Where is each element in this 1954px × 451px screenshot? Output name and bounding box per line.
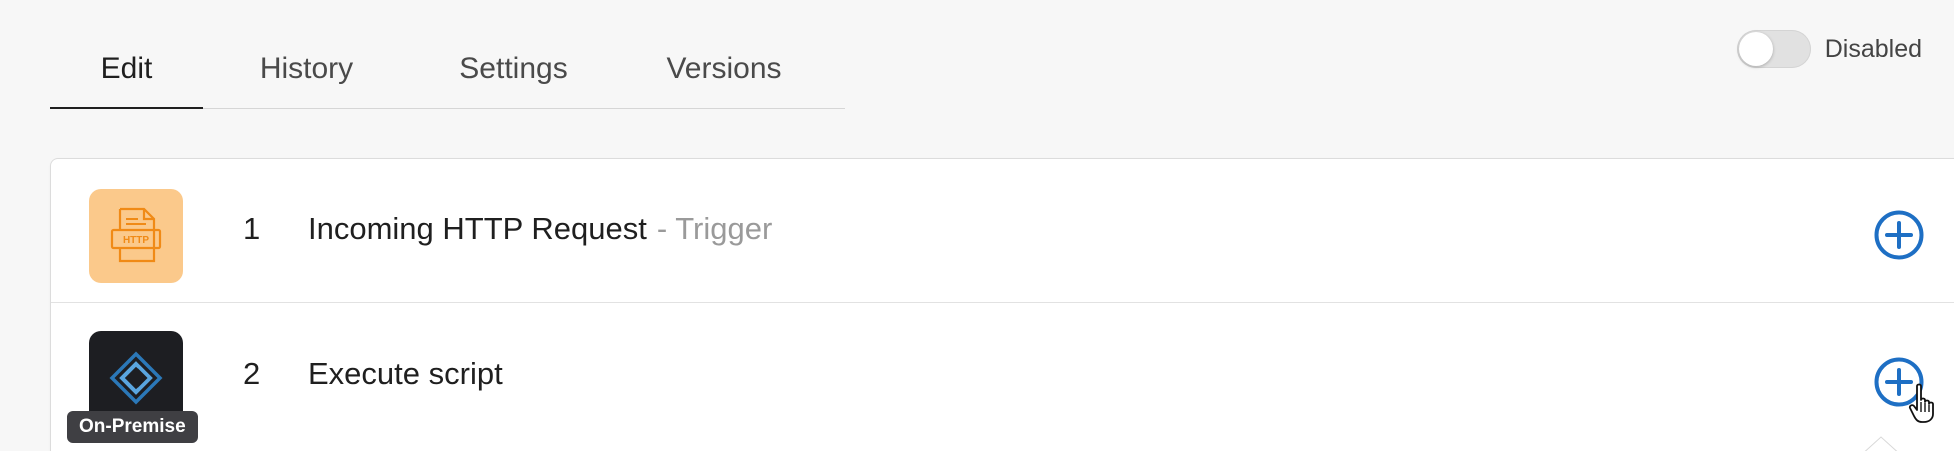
tab-versions[interactable]: Versions [617, 30, 831, 108]
add-step-button[interactable] [1873, 209, 1925, 261]
toggle-knob [1738, 32, 1773, 66]
tab-settings-label: Settings [459, 52, 568, 85]
tab-edit-label: Edit [100, 52, 153, 85]
add-step-button[interactable] [1873, 356, 1925, 408]
tab-bar: Edit History Settings Versions [50, 30, 845, 109]
step-title: Execute script [308, 356, 503, 392]
http-icon-text: HTTP [123, 235, 149, 246]
enable-toggle[interactable] [1736, 30, 1811, 68]
steps-list: HTTP 1 Incoming HTTP Request - Trigger O… [50, 158, 1954, 451]
plus-circle-icon [1874, 357, 1924, 407]
step-row[interactable]: On-Premise 2 Execute script [51, 304, 1954, 448]
tab-history-label: History [259, 52, 354, 85]
tab-settings[interactable]: Settings [410, 30, 617, 108]
plus-circle-icon [1874, 210, 1924, 260]
http-document-icon: HTTP [110, 207, 162, 263]
step-name: Incoming HTTP Request [308, 211, 647, 246]
workflow-editor: Edit History Settings Versions Disabled [0, 0, 1954, 451]
step-row[interactable]: HTTP 1 Incoming HTTP Request - Trigger [51, 159, 1954, 303]
enable-toggle-group: Disabled [1736, 30, 1922, 68]
step-type: - Trigger [656, 211, 773, 246]
tab-edit[interactable]: Edit [50, 30, 203, 109]
toggle-label: Disabled [1824, 34, 1922, 63]
http-request-icon: HTTP [89, 189, 183, 283]
step-number: 2 [243, 356, 261, 391]
step-number: 1 [243, 211, 261, 246]
step-name: Execute script [308, 356, 503, 391]
tab-versions-label: Versions [666, 52, 782, 85]
tab-history[interactable]: History [203, 30, 410, 108]
badge-label: On-Premise [79, 416, 186, 437]
step-title: Incoming HTTP Request - Trigger [308, 211, 772, 247]
filemaker-logo-icon [109, 351, 163, 405]
on-premise-badge: On-Premise [67, 411, 198, 443]
